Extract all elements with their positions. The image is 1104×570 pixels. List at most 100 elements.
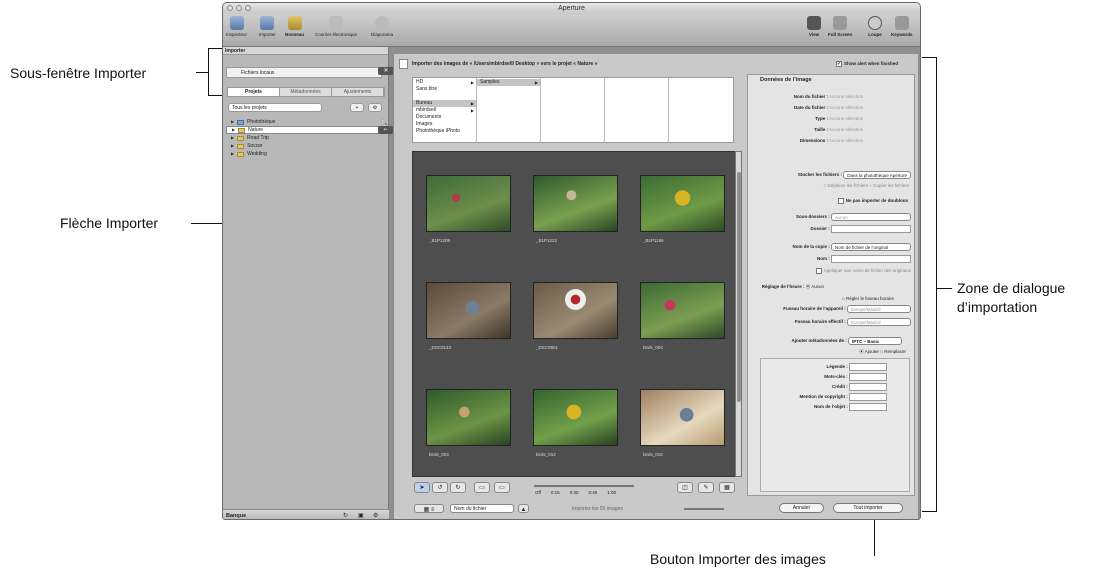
- thumbnail[interactable]: birds_012: [533, 389, 618, 457]
- tree-item-wedding[interactable]: ▶ Wedding: [226, 150, 386, 158]
- thumbnail[interactable]: _B1P1222: [533, 175, 618, 243]
- browser-column-sources: HD ▶ Sans titre Bureau ▶ mbirdsell ▶ Documents I…: [413, 78, 477, 142]
- projects-filter-select[interactable]: Tous les projets: [228, 103, 322, 112]
- cancel-button[interactable]: Annuler: [779, 503, 824, 513]
- browser-source-item[interactable]: mbirdsell ▶: [413, 107, 476, 114]
- unstack-tool[interactable]: ▭: [494, 482, 510, 493]
- sort-select[interactable]: Nom du fichier: [450, 504, 514, 513]
- zoom-slider[interactable]: [684, 508, 724, 510]
- store-files-select[interactable]: Dans la photothèque Aperture: [843, 171, 911, 179]
- full-screen-button[interactable]: Full Screen: [828, 16, 852, 37]
- loupe-button[interactable]: Loupe: [868, 16, 882, 37]
- keywords-button[interactable]: Keywords: [891, 16, 913, 37]
- view-mode-toggle[interactable]: ▦ ≡: [414, 504, 444, 513]
- add-project-button[interactable]: +: [350, 103, 364, 112]
- time-none-radio[interactable]: Aucun: [811, 284, 824, 289]
- callout-line: [922, 511, 937, 512]
- copy-files-radio[interactable]: Copier les fichiers: [873, 183, 909, 188]
- tree-item-library[interactable]: ▶ Photothèque: [226, 118, 386, 126]
- browser-source-item[interactable]: Photothèque iPhoto: [413, 128, 476, 135]
- gear-icon[interactable]: ⚙: [373, 512, 378, 519]
- browser-source-item[interactable]: HD ▶: [413, 79, 476, 86]
- copy-name-select[interactable]: Nom de fichier de l’original: [831, 243, 911, 251]
- callout-line: [936, 288, 952, 289]
- tree-item-road-trip[interactable]: ▶ Road Trip: [226, 134, 386, 142]
- autostack-ticks: Off 0:15 0:30 0:45 1:00: [535, 490, 616, 495]
- camera-timezone-select[interactable]: Europe/Madrid: [847, 305, 911, 313]
- window-title: Aperture: [558, 5, 585, 12]
- subfolders-select[interactable]: Aucun: [831, 213, 911, 221]
- rotate-left-tool[interactable]: ↺: [432, 482, 448, 493]
- grid-tool[interactable]: ▦: [719, 482, 735, 493]
- autostack-slider[interactable]: [534, 485, 634, 487]
- browser-source-item[interactable]: [413, 93, 476, 100]
- thumbnail[interactable]: _DSC0901: [533, 282, 618, 350]
- view-button[interactable]: View: [807, 16, 821, 37]
- aperture-window: Aperture Inspecteur Importer Nouveau Cou…: [222, 2, 921, 520]
- close-importer-button[interactable]: ✕: [378, 67, 394, 75]
- browser-source-item[interactable]: Sans titre: [413, 86, 476, 93]
- callout-line: [922, 57, 937, 58]
- metadata-field-input[interactable]: [849, 363, 887, 371]
- rotate-right-tool[interactable]: ↻: [450, 482, 466, 493]
- folder-field[interactable]: [831, 225, 911, 233]
- show-alert-checkbox[interactable]: ✓ Show alert when finished: [835, 60, 898, 68]
- import-all-button[interactable]: Tout importer: [833, 503, 903, 513]
- thumbnail[interactable]: birds_004: [640, 282, 725, 350]
- import-button[interactable]: Importer: [259, 16, 276, 37]
- stack-tool[interactable]: ▭: [474, 482, 490, 493]
- new-project-icon: [287, 16, 302, 30]
- info-box-icon[interactable]: ▣: [358, 512, 364, 519]
- select-tool[interactable]: ➤: [414, 482, 430, 493]
- slideshow-button[interactable]: Diaporama: [371, 16, 393, 37]
- browser-source-item[interactable]: Documents: [413, 114, 476, 121]
- autostack-tick-label: Off: [535, 490, 541, 495]
- importer-arrow-button[interactable]: ⇐: [378, 126, 393, 134]
- sort-direction-button[interactable]: ▲: [518, 504, 529, 513]
- thumbnail[interactable]: _DSC0143: [426, 282, 511, 350]
- name-field[interactable]: [831, 255, 911, 263]
- no-duplicates-checkbox[interactable]: Ne pas importer de doublons: [846, 198, 908, 203]
- project-icon: [237, 151, 245, 157]
- browser-source-item[interactable]: Bureau ▶: [413, 100, 476, 107]
- set-timezone-radio[interactable]: Régler le fuseau horaire: [846, 296, 894, 301]
- apply-names-checkbox[interactable]: Appliquer aux noms de fichier des origin…: [824, 268, 911, 273]
- project-icon: [237, 143, 245, 149]
- tree-item-nature[interactable]: ▶ Nature: [226, 126, 386, 134]
- browser-source-item[interactable]: Images: [413, 121, 476, 128]
- effective-timezone-select[interactable]: Europe/Madrid: [847, 318, 911, 326]
- thumbnail-caption: birds_012: [536, 452, 556, 457]
- metadata-field-input[interactable]: [849, 383, 887, 391]
- tab-metadata[interactable]: Métadonnées: [280, 88, 332, 96]
- thumbnail[interactable]: _B1P1196: [640, 175, 725, 243]
- no-duplicates-row: Ne pas importer de doublons: [837, 197, 908, 205]
- window-controls[interactable]: [227, 5, 251, 11]
- metadata-field-input[interactable]: [849, 373, 887, 381]
- new-button[interactable]: Nouveau: [285, 16, 304, 37]
- image-data-row: Taille : Aucune sélection: [814, 127, 864, 132]
- metadata-field-input[interactable]: [849, 393, 887, 401]
- thumbnail[interactable]: birds_015: [640, 389, 725, 457]
- browser-folder-item[interactable]: Samples ▶: [477, 79, 540, 86]
- import-source-local-files[interactable]: Fichiers locaux: [226, 67, 382, 78]
- pencil-tool[interactable]: ✎: [698, 482, 714, 493]
- refresh-icon[interactable]: ↻: [343, 512, 348, 519]
- thumbnail[interactable]: _B1P1209: [426, 175, 511, 243]
- tree-item-soccer[interactable]: ▶ Soccer: [226, 142, 386, 150]
- camera-tool[interactable]: ◫: [677, 482, 693, 493]
- tab-adjustments[interactable]: Ajustements: [332, 88, 384, 96]
- action-menu-button[interactable]: ⚙: [368, 103, 382, 112]
- metadata-preset-select[interactable]: IPTC – Basic: [848, 337, 902, 345]
- inspector-tabs: Projets Métadonnées Ajustements: [227, 87, 385, 97]
- set-timezone-row: ○ Régler le fuseau horaire: [842, 296, 894, 301]
- metadata-add-radio[interactable]: Ajouter: [865, 349, 879, 354]
- inspector-button[interactable]: Inspecteur: [226, 16, 247, 37]
- move-files-radio[interactable]: Déplacer les fichiers: [828, 183, 869, 188]
- tab-projects[interactable]: Projets: [228, 88, 280, 96]
- thumbnail-scrollbar[interactable]: [735, 151, 742, 477]
- metadata-field-input[interactable]: [849, 403, 887, 411]
- view-icon: [807, 16, 821, 30]
- email-button[interactable]: Courrier électronique: [315, 16, 357, 37]
- metadata-replace-radio[interactable]: Remplacer: [884, 349, 906, 354]
- thumbnail[interactable]: birds_003: [426, 389, 511, 457]
